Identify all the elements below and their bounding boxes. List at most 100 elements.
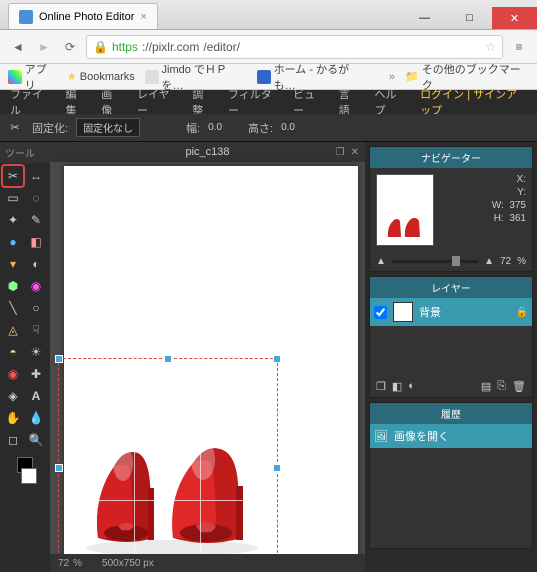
replace-tool[interactable]: ◉ — [26, 276, 46, 296]
history-item-label: 画像を開く — [394, 428, 449, 444]
menubar: ファイル 編集 画像 レイヤー 調整 フィルター ビュー 言語 ヘルプ ログイン… — [0, 90, 537, 114]
color-swatches — [0, 453, 50, 488]
clone-tool[interactable]: ⬢ — [3, 276, 23, 296]
crop-handle-n[interactable] — [164, 355, 172, 363]
layer-lock-icon[interactable]: 🔒 — [516, 307, 528, 318]
window-min-button[interactable]: — — [402, 7, 447, 29]
zoom-slider-row: ▲ ▲ 72 % — [370, 252, 532, 271]
layer-dup-icon[interactable]: ⎘ — [497, 380, 506, 393]
lock-icon: 🔒 — [93, 40, 108, 54]
chevron-right-icon[interactable]: » — [389, 71, 395, 83]
spot-tool[interactable]: ✚ — [26, 364, 46, 384]
layer-buttons: ❐ ◧ ◐ ▤ ⎘ 🗑 — [370, 376, 532, 397]
eyedropper-tool[interactable]: 💧 — [26, 408, 46, 428]
layer-visibility[interactable] — [374, 306, 387, 319]
shape-tool[interactable]: ◻ — [3, 430, 23, 450]
crop-handle-e[interactable] — [273, 464, 281, 472]
dodge-tool[interactable]: ☀ — [26, 342, 46, 362]
pencil-tool[interactable]: ✎ — [26, 210, 46, 230]
width-value[interactable]: 0.0 — [208, 122, 222, 133]
hand-tool[interactable]: ✋ — [3, 408, 23, 428]
crop-tool[interactable]: ✂ — [3, 166, 23, 186]
layer-settings-icon[interactable]: ❐ — [376, 380, 386, 393]
app-content: ツール ✂ ↔ ▭ ◌ ✦ ✎ ● ◧ ▾ ◐ ⬢ ◉ ╲ ○ ◬ ☟ ◓ ☀ … — [0, 142, 537, 572]
layers-title[interactable]: レイヤー — [370, 277, 532, 298]
redeye-tool[interactable]: ◉ — [3, 364, 23, 384]
zoom-in-icon[interactable]: ▲ — [484, 256, 494, 267]
lasso-tool[interactable]: ◌ — [26, 188, 46, 208]
history-title[interactable]: 履歴 — [370, 403, 532, 424]
right-panels: ナビゲーター X: Y: W: 375 H: 361 — [365, 142, 537, 572]
draw-tool[interactable]: ╲ — [3, 298, 23, 318]
move-tool[interactable]: ↔ — [26, 166, 46, 186]
width-label: 幅: — [186, 120, 200, 136]
chrome-menu-button[interactable]: ≡ — [509, 37, 529, 57]
canvas[interactable] — [64, 166, 358, 572]
forward-button[interactable]: ► — [34, 37, 54, 57]
layer-row-bg[interactable]: 背景 🔒 — [370, 298, 532, 326]
url-scheme: https — [112, 40, 138, 54]
sharpen-tool[interactable]: ◬ — [3, 320, 23, 340]
reload-button[interactable]: ⟳ — [60, 37, 80, 57]
gradient-tool[interactable]: ◐ — [26, 254, 46, 274]
document-titlebar[interactable]: pic_c138 ❐ ✕ — [50, 142, 365, 162]
pinch-tool[interactable]: ◈ — [3, 386, 23, 406]
window-close-button[interactable]: ✕ — [492, 7, 537, 29]
back-button[interactable]: ◄ — [8, 37, 28, 57]
history-panel: 履歴 🖼 画像を開く — [369, 402, 533, 549]
crop-handle-w[interactable] — [55, 464, 63, 472]
wand-tool[interactable]: ✦ — [3, 210, 23, 230]
eraser-tool[interactable]: ◧ — [26, 232, 46, 252]
zoom-value: 72 — [58, 558, 69, 569]
smudge-tool[interactable]: ☟ — [26, 320, 46, 340]
tool-panel-title: ツール — [0, 142, 50, 163]
layer-style-icon[interactable]: ◐ — [408, 380, 415, 393]
fix-select[interactable]: 固定化なし — [76, 118, 140, 137]
brush-tool[interactable]: ● — [3, 232, 23, 252]
sponge-tool[interactable]: ◓ — [3, 342, 23, 362]
nav-zoom-pct: % — [517, 256, 526, 267]
bookmark-star-icon[interactable]: ☆ — [485, 40, 496, 54]
document-title: pic_c138 — [185, 146, 229, 158]
blur-tool[interactable]: ○ — [26, 298, 46, 318]
crop-handle-ne[interactable] — [273, 355, 281, 363]
layers-panel: レイヤー 背景 🔒 ❐ ◧ ◐ ▤ ⎘ 🗑 — [369, 276, 533, 398]
bucket-tool[interactable]: ▾ — [3, 254, 23, 274]
history-item[interactable]: 🖼 画像を開く — [370, 424, 532, 448]
tool-panel: ツール ✂ ↔ ▭ ◌ ✦ ✎ ● ◧ ▾ ◐ ⬢ ◉ ╲ ○ ◬ ☟ ◓ ☀ … — [0, 142, 50, 572]
zoom-out-icon[interactable]: ▲ — [376, 256, 386, 267]
doc-max-icon[interactable]: ❐ — [336, 147, 345, 158]
tab-favicon — [19, 10, 33, 24]
zoom-slider[interactable] — [392, 260, 478, 263]
address-bar[interactable]: 🔒 https ://pixlr.com/editor/ ☆ — [86, 35, 503, 59]
browser-titlebar: Online Photo Editor × — □ ✕ — [0, 0, 537, 30]
layer-delete-icon[interactable]: 🗑 — [512, 380, 526, 393]
pixlr-app: ファイル 編集 画像 レイヤー 調整 フィルター ビュー 言語 ヘルプ ログイン… — [0, 90, 537, 572]
browser-tab[interactable]: Online Photo Editor × — [8, 3, 158, 29]
navigator-panel: ナビゲーター X: Y: W: 375 H: 361 — [369, 146, 533, 272]
height-label: 高さ: — [248, 120, 273, 136]
crop-icon: ✂ — [6, 119, 24, 137]
window-max-button[interactable]: □ — [447, 7, 492, 29]
crop-handle-nw[interactable] — [55, 355, 63, 363]
navigator-thumb[interactable] — [376, 174, 434, 246]
window-controls: — □ ✕ — [402, 7, 537, 29]
url-host: ://pixlr.com — [142, 40, 199, 54]
marquee-tool[interactable]: ▭ — [3, 188, 23, 208]
type-tool[interactable]: A — [26, 386, 46, 406]
zoom-tool[interactable]: 🔍 — [26, 430, 46, 450]
layer-new-icon[interactable]: ▤ — [481, 380, 491, 393]
browser-toolbar: ◄ ► ⟳ 🔒 https ://pixlr.com/editor/ ☆ ≡ — [0, 30, 537, 64]
height-value[interactable]: 0.0 — [281, 122, 295, 133]
navigator-info: X: Y: W: 375 H: 361 — [442, 174, 526, 246]
url-path: /editor/ — [203, 40, 240, 54]
bg-color[interactable] — [21, 468, 37, 484]
crop-selection[interactable] — [58, 358, 278, 572]
layer-name: 背景 — [419, 304, 441, 320]
nav-zoom-value: 72 — [500, 256, 511, 267]
tab-close-icon[interactable]: × — [140, 11, 146, 23]
doc-close-icon[interactable]: ✕ — [351, 147, 359, 158]
navigator-title[interactable]: ナビゲーター — [370, 147, 532, 168]
layer-mask-icon[interactable]: ◧ — [392, 380, 402, 393]
bookmark-item[interactable]: ★Bookmarks — [67, 70, 135, 83]
